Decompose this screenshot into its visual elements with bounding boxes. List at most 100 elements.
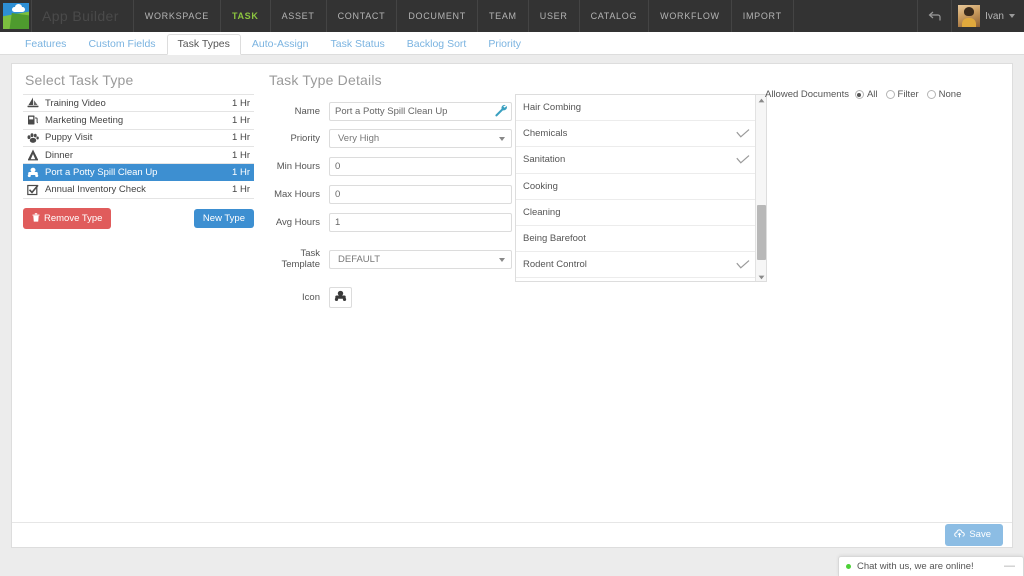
radio-option-none[interactable]: None — [927, 89, 962, 100]
avatar — [958, 5, 980, 27]
nav-right-group: Ivan — [917, 0, 1024, 32]
document-row-being-barefoot[interactable]: Being Barefoot — [516, 226, 766, 252]
radio-option-filter[interactable]: Filter — [886, 89, 919, 100]
app-logo[interactable] — [0, 0, 32, 32]
chat-widget[interactable]: Chat with us, we are online! — — [838, 556, 1024, 576]
document-name: Being Barefoot — [523, 233, 736, 244]
task-type-list: Training Video 1 Hr Marketing Meeting 1 … — [23, 94, 254, 199]
document-row-cleaning[interactable]: Cleaning — [516, 200, 766, 226]
vehicle-icon — [26, 166, 40, 178]
tent-icon — [26, 149, 40, 161]
tab-custom-fields[interactable]: Custom Fields — [77, 34, 166, 55]
details-form: Name Priority Very High — [267, 94, 512, 316]
select-task-type-title: Select Task Type — [25, 72, 254, 88]
details-form-area: Name Priority Very High — [267, 94, 1012, 316]
task-type-row-annual-inventory-check[interactable]: Annual Inventory Check 1 Hr — [23, 181, 254, 198]
radio-icon — [855, 90, 864, 99]
scrollbar-thumb[interactable] — [757, 205, 766, 260]
nav-item-import[interactable]: IMPORT — [732, 0, 794, 32]
top-navigation-bar: App Builder WORKSPACE TASK ASSET CONTACT… — [0, 0, 1024, 32]
scroll-down-icon[interactable] — [756, 272, 767, 282]
documents-scrollbar[interactable] — [755, 95, 766, 282]
nav-item-contact[interactable]: CONTACT — [327, 0, 398, 32]
task-type-row-marketing-meeting[interactable]: Marketing Meeting 1 Hr — [23, 112, 254, 129]
min-hours-input[interactable] — [329, 157, 512, 176]
check-icon — [736, 155, 752, 164]
tab-priority[interactable]: Priority — [477, 34, 532, 55]
nav-item-team[interactable]: TEAM — [478, 0, 529, 32]
content-panel: Select Task Type Training Video 1 Hr Mar… — [11, 63, 1013, 548]
new-type-button[interactable]: New Type — [194, 209, 254, 229]
paw-print-icon — [26, 132, 40, 144]
task-template-label: Task Template — [267, 248, 329, 270]
radio-label: All — [867, 89, 878, 100]
remove-type-button[interactable]: Remove Type — [23, 208, 111, 230]
task-type-row-dinner[interactable]: Dinner 1 Hr — [23, 147, 254, 164]
nav-item-asset[interactable]: ASSET — [271, 0, 327, 32]
sailboat-icon — [26, 97, 40, 109]
nav-item-task[interactable]: TASK — [221, 0, 271, 32]
list-action-buttons: Remove Type New Type — [23, 208, 254, 230]
online-dot-icon — [846, 564, 851, 569]
field-task-template: Task Template DEFAULT — [267, 248, 512, 270]
document-name: Sanitation — [523, 154, 736, 165]
task-type-hours: 1 Hr — [232, 98, 250, 109]
document-row-rodent-control[interactable]: Rodent Control — [516, 252, 766, 278]
sub-tab-strip: Features Custom Fields Task Types Auto-A… — [0, 32, 1024, 55]
gas-pump-icon — [26, 114, 40, 126]
document-row-sanitation[interactable]: Sanitation — [516, 147, 766, 173]
task-type-row-training-video[interactable]: Training Video 1 Hr — [23, 95, 254, 112]
chat-status-text: Chat with us, we are online! — [857, 561, 1004, 572]
tab-features[interactable]: Features — [14, 34, 77, 55]
priority-select[interactable]: Very High — [329, 129, 512, 148]
max-hours-input[interactable] — [329, 185, 512, 204]
name-input[interactable] — [329, 102, 512, 121]
nav-item-user[interactable]: USER — [529, 0, 580, 32]
document-row-chemicals[interactable]: Chemicals — [516, 121, 766, 147]
tab-task-types[interactable]: Task Types — [167, 34, 241, 55]
radio-option-all[interactable]: All — [855, 89, 878, 100]
save-label: Save — [969, 530, 991, 540]
allowed-documents-group: Allowed Documents All Filter None — [765, 89, 961, 100]
undo-arrow-icon[interactable] — [917, 0, 951, 32]
field-min-hours: Min Hours — [267, 156, 512, 176]
task-type-hours: 1 Hr — [232, 167, 250, 178]
field-max-hours: Max Hours — [267, 184, 512, 204]
tab-backlog-sort[interactable]: Backlog Sort — [396, 34, 478, 55]
check-icon — [736, 129, 752, 138]
documents-panel: Hair Combing Chemicals Sanitation — [515, 94, 767, 282]
icon-label: Icon — [267, 292, 329, 303]
task-type-hours: 1 Hr — [232, 132, 250, 143]
icon-picker-button[interactable] — [329, 287, 352, 308]
task-type-hours: 1 Hr — [232, 150, 250, 161]
radio-label: Filter — [898, 89, 919, 100]
documents-list: Hair Combing Chemicals Sanitation — [515, 94, 767, 282]
field-avg-hours: Avg Hours — [267, 212, 512, 232]
user-menu[interactable]: Ivan — [951, 0, 1024, 32]
field-name: Name — [267, 101, 512, 121]
task-type-selector: Select Task Type Training Video 1 Hr Mar… — [12, 64, 265, 547]
nav-item-workspace[interactable]: WORKSPACE — [134, 0, 221, 32]
minimize-icon[interactable]: — — [1004, 561, 1016, 572]
task-type-row-puppy-visit[interactable]: Puppy Visit 1 Hr — [23, 130, 254, 147]
chevron-down-icon — [1009, 14, 1015, 18]
vehicle-icon — [334, 289, 347, 307]
nav-item-catalog[interactable]: CATALOG — [580, 0, 650, 32]
task-type-hours: 1 Hr — [232, 115, 250, 126]
avg-hours-input[interactable] — [329, 213, 512, 232]
page-body: Select Task Type Training Video 1 Hr Mar… — [0, 55, 1024, 576]
tab-auto-assign[interactable]: Auto-Assign — [241, 34, 320, 55]
tab-task-status[interactable]: Task Status — [320, 34, 396, 55]
task-template-select[interactable]: DEFAULT — [329, 250, 512, 269]
document-name: Chemicals — [523, 128, 736, 139]
task-type-row-port-a-potty-spill-clean-up[interactable]: Port a Potty Spill Clean Up 1 Hr — [23, 164, 254, 181]
field-icon: Icon — [267, 287, 512, 308]
nav-item-workflow[interactable]: WORKFLOW — [649, 0, 732, 32]
nav-item-document[interactable]: DOCUMENT — [397, 0, 478, 32]
save-button[interactable]: Save — [945, 524, 1003, 546]
landscape-logo-icon — [3, 3, 29, 29]
main-nav: WORKSPACE TASK ASSET CONTACT DOCUMENT TE… — [134, 0, 794, 32]
document-row-hair-combing[interactable]: Hair Combing — [516, 95, 766, 121]
document-row-cooking[interactable]: Cooking — [516, 174, 766, 200]
radio-label: None — [939, 89, 962, 100]
